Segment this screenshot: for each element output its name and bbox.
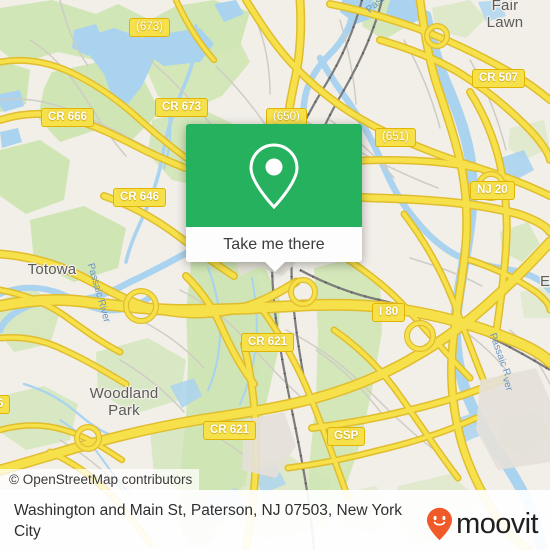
shield-cr-673-alt: (673) — [129, 18, 170, 37]
shield-cr-666: CR 666 — [41, 108, 94, 127]
shield-cr-646: CR 646 — [113, 188, 166, 207]
location-callout-card[interactable]: Take me there — [186, 124, 362, 272]
shield-cr-507: CR 507 — [472, 69, 525, 88]
shield-cr-621-upper: CR 621 — [241, 333, 294, 352]
shield-cr-673: CR 673 — [155, 98, 208, 117]
moovit-map-screenshot: Fair Lawn Totowa Woodland Park E Passaic… — [0, 0, 550, 550]
shield-cr-651: (651) — [375, 128, 416, 147]
moovit-smiley-pin-icon — [427, 507, 453, 541]
map-canvas[interactable]: Fair Lawn Totowa Woodland Park E Passaic… — [0, 0, 550, 550]
map-pin-icon — [249, 142, 299, 209]
callout-tail-pointer — [264, 261, 286, 272]
take-me-there-button[interactable]: Take me there — [186, 227, 362, 262]
moovit-brand-logo[interactable]: moovit — [426, 507, 539, 541]
shield-cr-621-lower: CR 621 — [203, 421, 256, 440]
shield-i-80: I 80 — [372, 303, 406, 322]
address-text: Washington and Main St, Paterson, NJ 075… — [14, 502, 403, 541]
shield-cr-646-edge: 6 — [0, 395, 11, 414]
map-vector-layer — [0, 0, 550, 550]
callout-pin-panel — [186, 124, 362, 227]
bottom-info-bar: Washington and Main St, Paterson, NJ 075… — [0, 490, 550, 550]
moovit-wordmark: moovit — [456, 507, 538, 540]
shield-gsp: GSP — [327, 427, 366, 446]
shield-nj-20: NJ 20 — [470, 181, 515, 200]
osm-attribution[interactable]: © OpenStreetMap contributors — [0, 469, 200, 491]
